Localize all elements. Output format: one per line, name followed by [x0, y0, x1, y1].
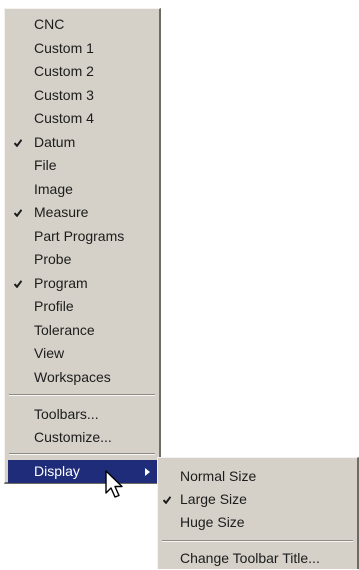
- checkmark-icon: [14, 209, 22, 217]
- menu-item-measure[interactable]: Measure: [5, 201, 159, 224]
- submenu-item-normal-size[interactable]: Normal Size: [158, 465, 357, 488]
- display-submenu: Normal Size Large Size Huge Size Change …: [157, 457, 359, 569]
- menu-item-customize[interactable]: Customize...: [5, 426, 159, 449]
- menu-item-label: Custom 2: [34, 63, 94, 79]
- menu-item-label: View: [34, 345, 65, 361]
- submenu-item-change-toolbar-title[interactable]: Change Toolbar Title...: [158, 547, 357, 570]
- menu-item-display[interactable]: Display: [8, 460, 158, 483]
- menu-item-label: Program: [34, 275, 88, 291]
- menu-separator: [162, 540, 353, 542]
- checkmark-icon: [163, 496, 171, 504]
- menu-item-custom-4[interactable]: Custom 4: [5, 107, 159, 130]
- menu-item-file[interactable]: File: [5, 154, 159, 177]
- menu-item-label: Large Size: [180, 491, 247, 507]
- menu-item-custom-1[interactable]: Custom 1: [5, 37, 159, 60]
- mouse-pointer-icon: [105, 470, 123, 498]
- toolbar-context-menu: CNC Custom 1 Custom 2 Custom 3 Custom 4 …: [4, 8, 161, 484]
- menu-item-toolbars[interactable]: Toolbars...: [5, 403, 159, 426]
- submenu-item-huge-size[interactable]: Huge Size: [158, 511, 357, 534]
- menu-item-label: Part Programs: [34, 228, 125, 244]
- menu-item-label: Probe: [34, 251, 72, 267]
- menu-item-label: Toolbars...: [34, 406, 99, 422]
- menu-item-label: Workspaces: [34, 369, 111, 385]
- menu-item-label: Huge Size: [180, 514, 245, 530]
- menu-item-label: Custom 3: [34, 87, 94, 103]
- menu-item-label: Datum: [34, 134, 76, 150]
- menu-item-probe[interactable]: Probe: [5, 248, 159, 271]
- menu-item-custom-3[interactable]: Custom 3: [5, 84, 159, 107]
- menu-item-label: Tolerance: [34, 322, 95, 338]
- menu-item-label: Measure: [34, 204, 89, 220]
- menu-item-label: Custom 4: [34, 110, 94, 126]
- menu-item-label: Profile: [34, 298, 74, 314]
- menu-item-label: Change Toolbar Title...: [180, 550, 320, 566]
- menu-item-label: Custom 1: [34, 40, 94, 56]
- menu-separator: [9, 453, 155, 455]
- checkmark-icon: [14, 280, 22, 288]
- menu-item-profile[interactable]: Profile: [5, 295, 159, 318]
- submenu-arrow-icon: [145, 468, 150, 476]
- menu-item-label: Display: [34, 463, 80, 479]
- menu-item-label: Customize...: [34, 429, 112, 445]
- menu-separator: [9, 394, 155, 396]
- menu-item-label: Normal Size: [180, 468, 257, 484]
- menu-item-label: File: [34, 157, 57, 173]
- menu-item-program[interactable]: Program: [5, 272, 159, 295]
- submenu-item-large-size[interactable]: Large Size: [158, 488, 357, 511]
- menu-item-tolerance[interactable]: Tolerance: [5, 319, 159, 342]
- menu-item-label: Image: [34, 181, 73, 197]
- menu-item-view[interactable]: View: [5, 342, 159, 365]
- menu-item-image[interactable]: Image: [5, 178, 159, 201]
- menu-item-cnc[interactable]: CNC: [5, 13, 159, 36]
- menu-item-part-programs[interactable]: Part Programs: [5, 225, 159, 248]
- menu-item-workspaces[interactable]: Workspaces: [5, 366, 159, 389]
- menu-item-label: CNC: [34, 16, 65, 32]
- menu-item-custom-2[interactable]: Custom 2: [5, 60, 159, 83]
- checkmark-icon: [14, 139, 22, 147]
- menu-item-datum[interactable]: Datum: [5, 131, 159, 154]
